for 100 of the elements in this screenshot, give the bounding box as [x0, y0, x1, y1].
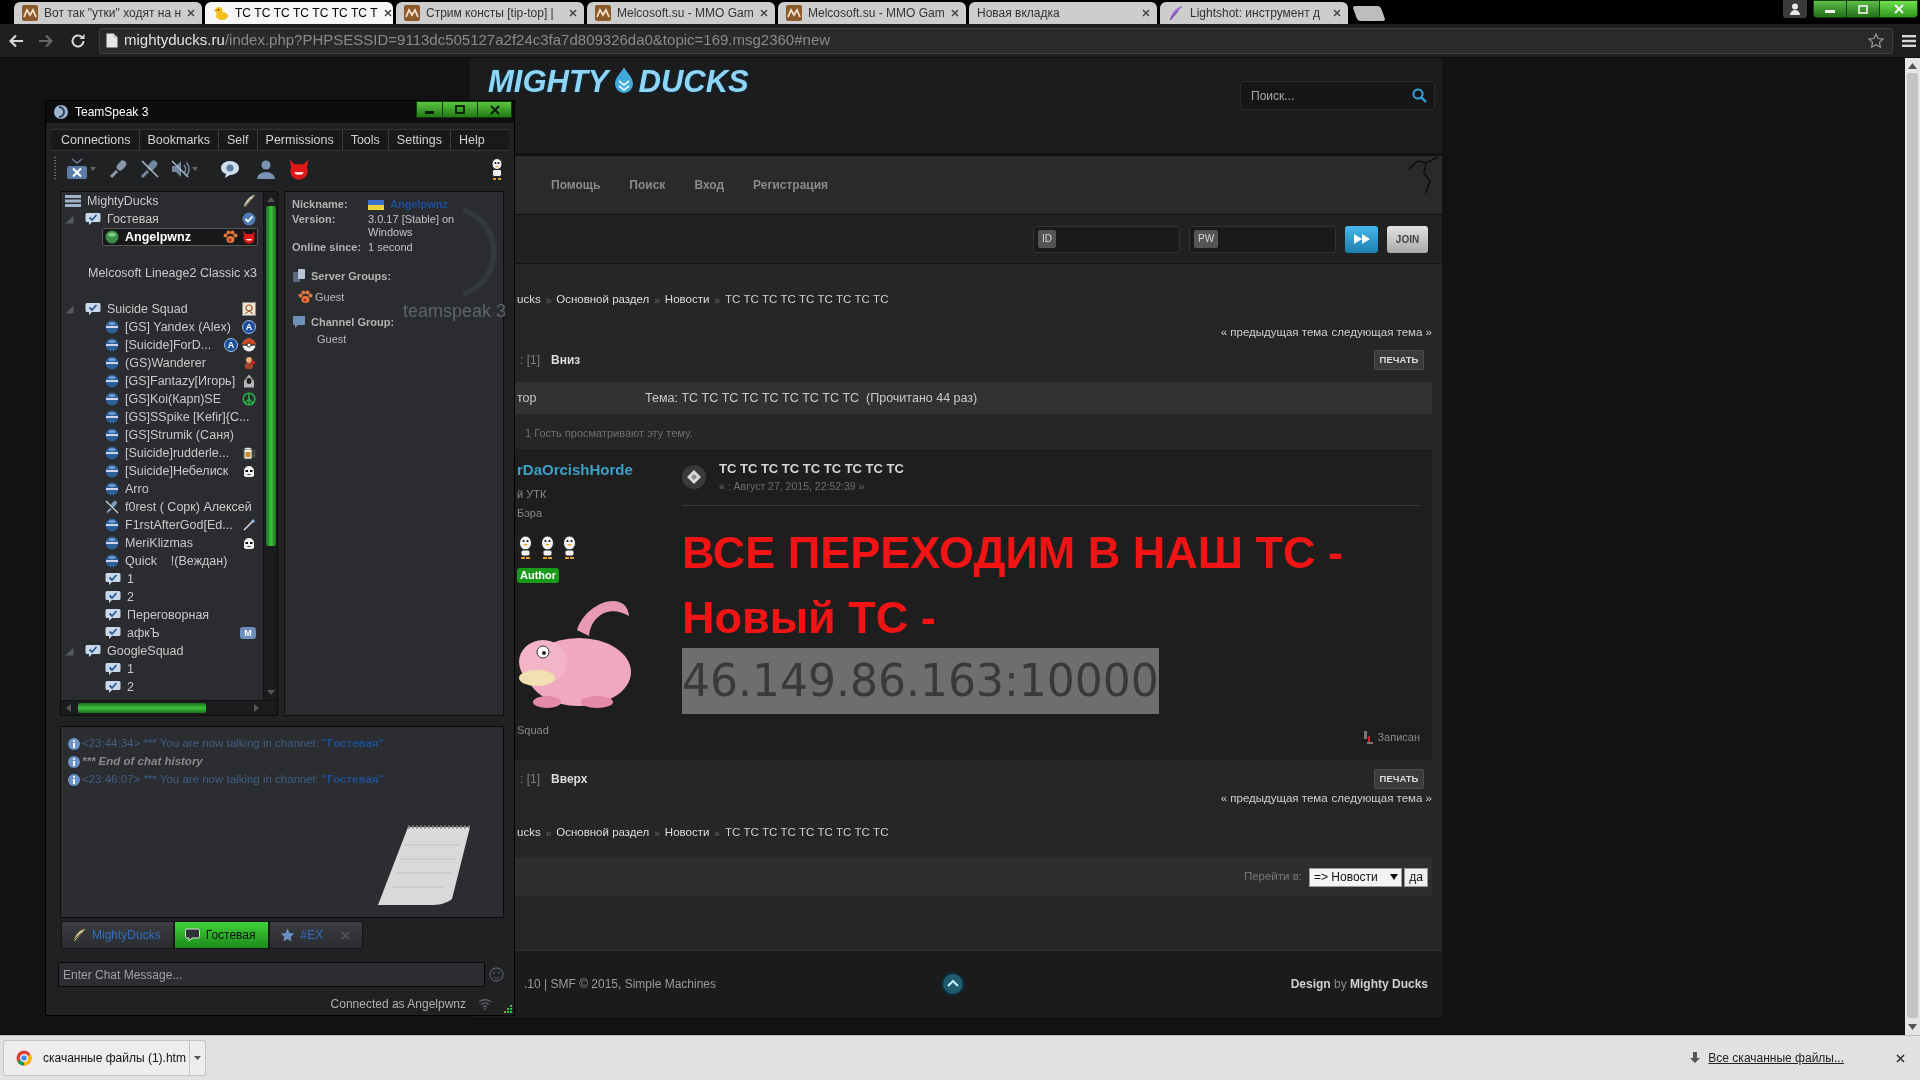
close-box-icon[interactable] — [66, 158, 88, 180]
tree-item[interactable]: 1 — [102, 570, 258, 588]
jump-link[interactable]: Вниз — [551, 351, 581, 369]
menu-item[interactable]: Permissions — [257, 130, 343, 150]
caret-icon[interactable] — [192, 167, 198, 171]
tree-item[interactable]: афкЪ M — [102, 624, 258, 642]
tree-item[interactable]: [GS]Koi(Карп)SE — [102, 390, 258, 408]
close-icon[interactable] — [187, 9, 196, 17]
nav-link[interactable]: Вход — [694, 176, 725, 194]
tree-item[interactable]: Arro — [102, 480, 258, 498]
breadcrumb-link[interactable]: ucks — [517, 824, 541, 842]
download-item[interactable]: скачанные файлы (1).htm — [3, 1040, 190, 1076]
board-select[interactable]: => Новости — [1309, 867, 1402, 887]
all-downloads-link[interactable]: Все скачанные файлы... — [1708, 1049, 1844, 1067]
next-topic-link[interactable]: следующая тема » — [1331, 324, 1432, 342]
tree-item[interactable]: 2 — [102, 588, 258, 606]
print-button[interactable]: ПЕЧАТЬ — [1374, 769, 1424, 789]
join-button[interactable]: JOIN — [1387, 225, 1428, 253]
download-menu-button[interactable] — [190, 1040, 206, 1076]
breadcrumb-link[interactable]: Новости — [664, 291, 710, 309]
scrollbar-thumb[interactable] — [265, 206, 276, 546]
previous-topic-link[interactable]: « предыдущая тема — [1220, 790, 1328, 808]
login-button[interactable] — [1345, 225, 1378, 253]
browser-tab[interactable]: Новая вкладка — [969, 2, 1157, 24]
tree-item[interactable]: [Suicide]rudderle... — [102, 444, 258, 462]
close-icon[interactable] — [951, 9, 959, 17]
scrollbar[interactable] — [263, 192, 277, 700]
reload-icon[interactable] — [70, 32, 86, 49]
browser-tab[interactable]: ТС ТС ТС ТС ТС ТС ТС Т — [205, 2, 393, 24]
scrollbar-thumb[interactable] — [78, 703, 206, 713]
go-button[interactable]: да — [1404, 867, 1428, 887]
tree-item[interactable]: Suicide Squad — [82, 300, 258, 318]
browser-tab[interactable]: Lightshot: инструмент д — [1160, 2, 1348, 24]
close-icon[interactable] — [1142, 9, 1150, 17]
speaker-muted-icon[interactable] — [170, 159, 190, 179]
menu-item[interactable]: Tools — [342, 130, 389, 150]
person-icon[interactable] — [256, 159, 276, 179]
scrollbar[interactable] — [61, 700, 277, 715]
tree-item[interactable]: 1 — [102, 660, 258, 678]
arrow-up-icon[interactable] — [941, 972, 965, 996]
tree-item[interactable]: [GS]SSpike [Kefir]{C... — [102, 408, 258, 426]
menu-icon[interactable] — [1902, 34, 1916, 47]
minimize-button[interactable] — [416, 101, 443, 118]
minimize-button[interactable] — [1813, 0, 1847, 18]
tree-item[interactable]: [GS] Yandex (Alex) A — [102, 318, 258, 336]
duck-figure-icon[interactable] — [490, 158, 504, 180]
microphone-muted-icon[interactable] — [140, 159, 160, 179]
print-button[interactable]: ПЕЧАТЬ — [1374, 350, 1424, 370]
chat-message-field[interactable]: Enter Chat Message... — [58, 962, 485, 987]
id-field[interactable]: ID — [1033, 225, 1180, 253]
breadcrumb-link[interactable]: Новости — [664, 824, 710, 842]
tree-item[interactable]: MightyDucks — [62, 192, 258, 210]
tree-item[interactable]: Переговорная — [102, 606, 258, 624]
close-icon[interactable] — [760, 9, 768, 17]
breadcrumb-link[interactable]: ucks — [517, 291, 541, 309]
tree-item[interactable]: Quick !(Веждан) — [102, 552, 258, 570]
tree-item[interactable]: Angelpwnz — [102, 228, 258, 246]
tree-item[interactable]: 2 — [102, 678, 258, 696]
menu-item[interactable]: Connections — [53, 130, 140, 150]
author-link[interactable]: rDaOrcishHorde — [517, 461, 633, 479]
breadcrumb-link[interactable]: Основной раздел — [556, 291, 650, 309]
close-icon[interactable] — [1333, 9, 1341, 17]
breadcrumb-link[interactable]: Основной раздел — [556, 824, 650, 842]
close-icon[interactable] — [1896, 1053, 1905, 1063]
browser-tab[interactable]: Melcosoft.su - MMO Gam — [778, 2, 966, 24]
maximize-button[interactable] — [443, 101, 478, 118]
maximize-button[interactable] — [1847, 0, 1880, 18]
scrollbar-thumb[interactable] — [1907, 73, 1918, 1018]
tree-item[interactable]: F1rstAfterGod[Ed... — [102, 516, 258, 534]
new-tab-button[interactable] — [1352, 6, 1386, 21]
menu-item[interactable]: Help — [451, 130, 493, 150]
star-icon[interactable] — [1868, 32, 1884, 49]
search-field[interactable]: Поиск... — [1240, 81, 1435, 110]
devil-icon[interactable] — [288, 158, 310, 180]
tree-item[interactable]: [Suicide]ForD... A — [102, 336, 258, 354]
tree-item[interactable]: GoogleSquad — [82, 642, 258, 660]
chat-tab[interactable]: Гостевая — [173, 921, 269, 949]
browser-tab[interactable]: Стрим консты [tip-top] | — [396, 2, 584, 24]
caret-icon[interactable] — [90, 167, 96, 171]
close-icon[interactable] — [383, 9, 392, 17]
address-field[interactable]: mightyducks.ru/index.php?PHPSESSID=9113dc505127a2f24c3fa7d809326da0&topic=169.msg2360#new — [99, 27, 1893, 54]
tree-item[interactable]: MeriKlizmas — [102, 534, 258, 552]
speech-bubble-icon[interactable] — [220, 159, 240, 179]
nav-link[interactable]: Помощь — [551, 176, 601, 194]
jump-link[interactable]: Вверх — [551, 770, 588, 788]
tree-item[interactable]: [GS]Fantazy[Игорь] — [102, 372, 258, 390]
close-icon[interactable] — [569, 9, 577, 17]
nav-link[interactable]: Регистрация — [753, 176, 829, 194]
scrollbar[interactable] — [1905, 58, 1920, 1035]
menu-item[interactable]: Settings — [388, 130, 451, 150]
tree-item[interactable]: [GS]Strumik (Саня) — [102, 426, 258, 444]
back-icon[interactable] — [8, 33, 24, 48]
tree-spacer-item[interactable]: Melcosoft Lineage2 Classic x3 — [82, 264, 258, 282]
next-topic-link[interactable]: следующая тема » — [1331, 790, 1432, 808]
tree-item[interactable]: Гостевая — [82, 210, 258, 228]
close-button[interactable] — [1880, 0, 1918, 18]
menu-item[interactable]: Bookmarks — [139, 130, 220, 150]
close-button[interactable] — [478, 101, 512, 118]
nav-link[interactable]: Поиск — [629, 176, 666, 194]
tree-item[interactable]: f0rest ( Сорк) Алексей — [102, 498, 258, 516]
